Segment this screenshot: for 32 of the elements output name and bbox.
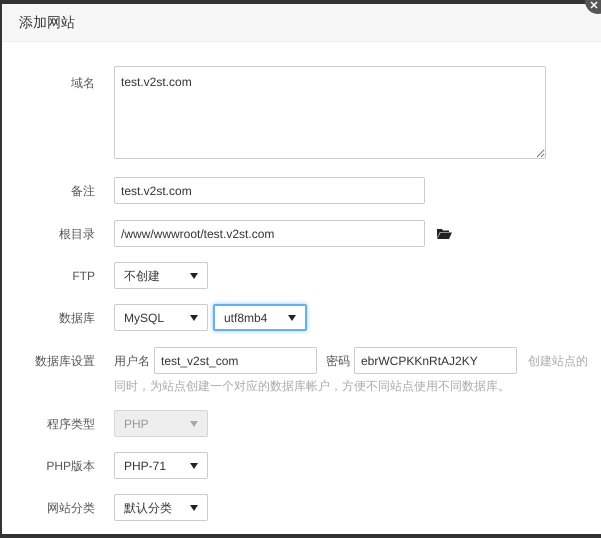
- caret-icon: [190, 314, 198, 320]
- hint-text: 创建站点的: [528, 352, 588, 370]
- hint-text: 同时，为站点创建一个对应的数据库帐户，方便不同站点使用不同数据库。: [114, 378, 510, 395]
- caret-icon: [190, 462, 198, 468]
- select-field[interactable]: utf8mb4: [213, 304, 307, 331]
- field-label: 网站分类: [47, 500, 95, 516]
- caret-icon: [190, 272, 198, 278]
- field-label: 备注: [71, 182, 95, 200]
- select-field[interactable]: 默认分类: [114, 494, 208, 521]
- path-field[interactable]: /www/wwwroot/test.v2st.com: [114, 220, 425, 247]
- username-label: 用户名: [114, 352, 150, 370]
- password-label: 密码: [326, 352, 350, 370]
- password-field[interactable]: ebrWCPKKnRtAJ2KY: [354, 347, 517, 374]
- field-label: 数据库: [59, 310, 95, 326]
- dialog-title: 添加网站: [19, 13, 75, 32]
- field-label: PHP版本: [46, 458, 95, 474]
- close-icon: [590, 1, 598, 9]
- field-label: 域名: [71, 75, 95, 92]
- field-label: 数据库设置: [35, 352, 95, 370]
- domain-field[interactable]: test.v2st.com: [114, 66, 546, 159]
- select-field[interactable]: 不创建: [114, 262, 208, 289]
- field-label: 根目录: [59, 226, 95, 242]
- select-field[interactable]: MySQL: [114, 304, 208, 331]
- remark-field[interactable]: test.v2st.com: [114, 177, 425, 204]
- select-field[interactable]: PHP-71: [114, 452, 208, 479]
- caret-icon: [190, 420, 198, 426]
- caret-icon: [288, 314, 296, 320]
- caret-icon: [190, 504, 198, 510]
- field-label: 程序类型: [47, 416, 95, 432]
- username-field[interactable]: test_v2st_com: [154, 347, 317, 374]
- folder-icon[interactable]: [437, 228, 452, 239]
- field-label: FTP: [72, 268, 95, 284]
